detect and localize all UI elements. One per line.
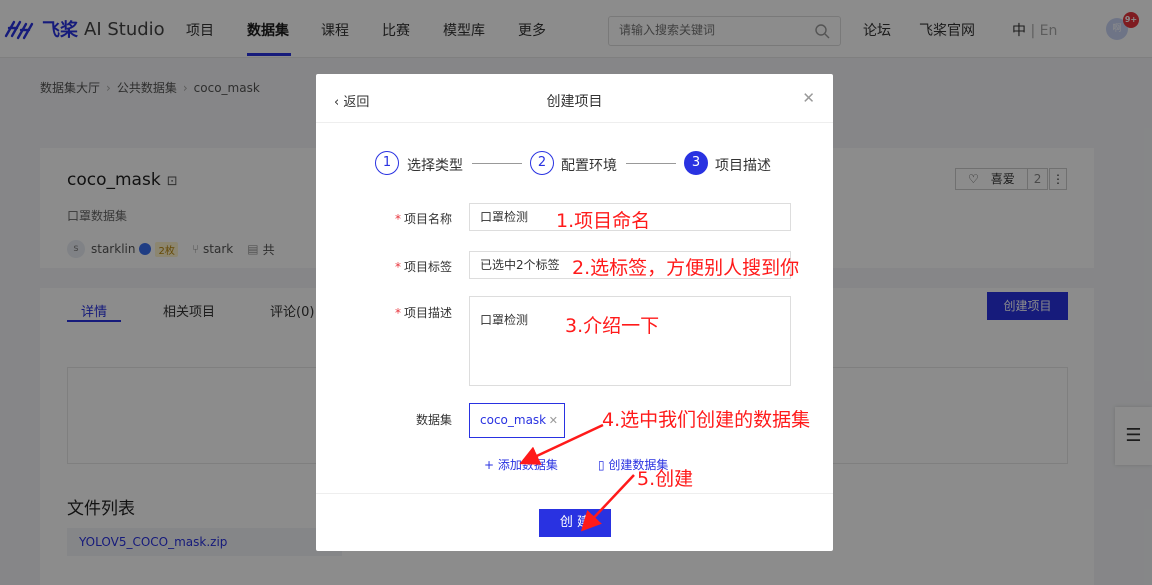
modal-footer-divider [316, 493, 833, 494]
project-desc-label-text: 项目描述 [403, 306, 452, 320]
required-mark: * [394, 212, 401, 226]
step-1-circle: 1 [375, 151, 399, 175]
project-desc-label: * 项目描述 [372, 304, 452, 321]
annotation-step-5: 5.创建 [637, 468, 694, 490]
project-name-label-text: 项目名称 [403, 212, 452, 226]
annotation-step-3: 3.介绍一下 [565, 315, 660, 337]
required-mark: * [394, 306, 401, 320]
close-icon[interactable]: ✕ [802, 89, 815, 107]
dataset-chip: coco_mask ✕ [469, 403, 565, 438]
required-mark: * [394, 260, 401, 274]
project-name-label: * 项目名称 [372, 210, 452, 227]
step-1-label: 选择类型 [407, 158, 463, 174]
step-connector [472, 163, 522, 164]
step-2-circle: 2 [530, 151, 554, 175]
add-dataset-link[interactable]: + 添加数据集 [484, 456, 558, 473]
close-icon[interactable]: ✕ [549, 404, 558, 437]
dataset-label: 数据集 [415, 413, 452, 427]
dataset-chip-label: coco_mask [480, 413, 547, 427]
annotation-step-2: 2.选标签，方便别人搜到你 [572, 257, 800, 279]
step-3-circle: 3 [684, 151, 708, 175]
annotation-step-1: 1.项目命名 [556, 210, 651, 232]
create-button[interactable]: 创 建 [539, 509, 611, 537]
step-3-label: 项目描述 [715, 158, 771, 174]
project-desc-textarea[interactable]: 口罩检测 [469, 296, 791, 386]
project-tags-label: * 项目标签 [372, 258, 452, 275]
step-connector [626, 163, 676, 164]
step-2-label: 配置环境 [561, 158, 617, 174]
annotation-step-4: 4.选中我们创建的数据集 [602, 409, 811, 431]
project-tags-label-text: 项目标签 [403, 260, 452, 274]
modal-divider [316, 122, 833, 123]
modal-title: 创建项目 [546, 94, 603, 110]
file-icon: ▯ [598, 458, 609, 472]
